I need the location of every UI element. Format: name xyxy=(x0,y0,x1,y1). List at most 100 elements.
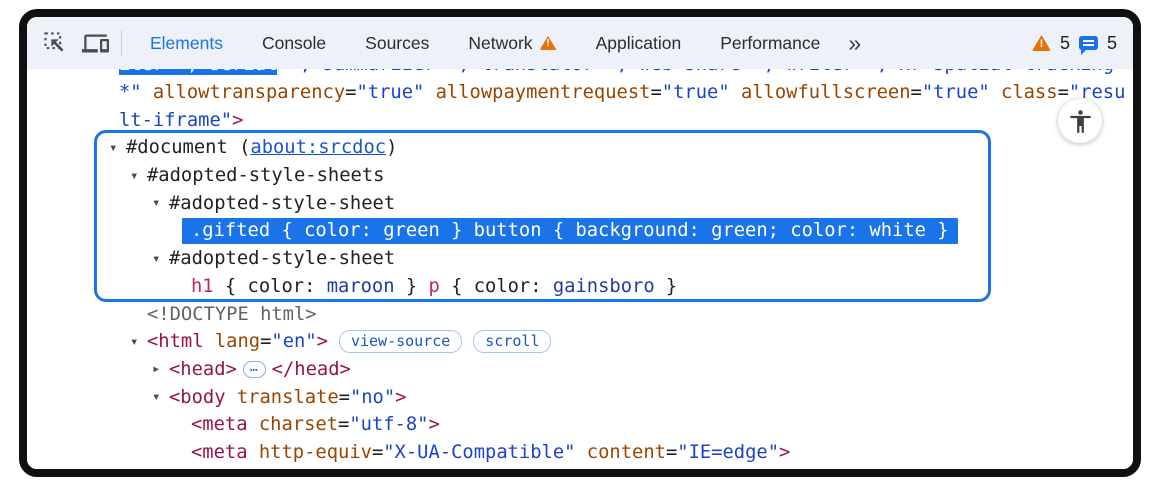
device-toolbar-button[interactable] xyxy=(75,25,115,61)
tab-application[interactable]: Application xyxy=(596,33,682,54)
code-segment: "IE=edge" xyxy=(677,442,779,463)
tab-label: Console xyxy=(262,33,326,54)
code-segment: } xyxy=(655,276,678,297)
toolbar-divider xyxy=(121,30,122,56)
code-segment: translate xyxy=(237,387,339,408)
warning-icon[interactable] xyxy=(1032,35,1051,51)
dom-tree-row[interactable]: ▾<html lang="en">view-sourcescroll xyxy=(27,328,1133,356)
code-segment: = xyxy=(339,387,350,408)
code-segment: <meta xyxy=(191,414,248,435)
code-segment: = xyxy=(1058,82,1069,103)
tab-sources[interactable]: Sources xyxy=(365,33,429,54)
code-segment: "utf-8" xyxy=(349,414,428,435)
devtools-window: iter *; serial *; summarizer *; translat… xyxy=(19,9,1141,477)
code-segment: { color: xyxy=(214,276,327,297)
code-segment: allowpaymentrequest xyxy=(436,82,651,103)
code-segment: #adopted-style-sheet xyxy=(169,248,395,269)
code-segment: allowfullscreen xyxy=(741,82,911,103)
code-segment: } xyxy=(395,276,429,297)
code-segment: class xyxy=(1001,82,1058,103)
dom-tree-row[interactable]: <meta http-equiv="X-UA-Compatible" conte… xyxy=(27,439,1133,467)
code-segment: <html xyxy=(147,331,204,352)
code-segment: > xyxy=(779,442,790,463)
collapse-arrow-icon[interactable]: ▾ xyxy=(109,140,126,156)
code-segment: <meta xyxy=(191,442,248,463)
dom-tree-row[interactable]: ▾#adopted-style-sheets xyxy=(27,162,1133,190)
code-segment: *" xyxy=(119,82,153,103)
inspect-element-button[interactable] xyxy=(35,25,75,61)
code-segment: content xyxy=(587,442,666,463)
badge-scroll[interactable]: scroll xyxy=(473,330,551,353)
warning-count[interactable]: 5 xyxy=(1060,33,1070,54)
dom-tree-row[interactable]: <!DOCTYPE html> xyxy=(27,300,1133,328)
code-segment: = xyxy=(911,82,922,103)
dom-tree-row[interactable]: ▾#adopted-style-sheet xyxy=(27,189,1133,217)
code-segment: = xyxy=(338,414,349,435)
code-segment: "true" xyxy=(662,82,730,103)
collapse-arrow-icon[interactable]: ▾ xyxy=(152,251,169,267)
collapse-arrow-icon[interactable]: ▾ xyxy=(152,389,169,405)
tab-label: Elements xyxy=(150,33,223,54)
tab-performance[interactable]: Performance xyxy=(720,33,820,54)
accessibility-overlay-button[interactable] xyxy=(1058,99,1102,143)
dom-tree-row[interactable]: ▸<head>…</head> xyxy=(27,356,1133,384)
collapse-arrow-icon[interactable]: ▾ xyxy=(152,195,169,211)
document-url-link[interactable]: about:srcdoc xyxy=(250,137,386,158)
accessibility-icon xyxy=(1067,108,1094,135)
dom-tree: iter *; serial *; summarizer *; translat… xyxy=(27,51,1133,466)
code-segment: .gifted { color: green } button { backgr… xyxy=(191,220,949,241)
code-segment: { color: xyxy=(440,276,553,297)
tab-label: Performance xyxy=(720,33,820,54)
elements-panel: iter *; serial *; summarizer *; translat… xyxy=(27,17,1133,469)
code-segment: http-equiv xyxy=(259,442,372,463)
code-segment: <body xyxy=(169,387,226,408)
dom-tree-row[interactable]: h1 { color: maroon } p { color: gainsbor… xyxy=(27,273,1133,301)
tab-warning-icon xyxy=(540,36,557,50)
code-segment xyxy=(248,414,259,435)
code-segment: = xyxy=(260,331,271,352)
dom-tree-row[interactable]: lt-iframe"> xyxy=(27,106,1133,134)
code-segment xyxy=(248,442,259,463)
code-segment: > xyxy=(428,414,439,435)
dom-tree-row[interactable]: ▾<body translate="no"> xyxy=(27,383,1133,411)
tab-label: Sources xyxy=(365,33,429,54)
dom-tree-row[interactable]: ▾#adopted-style-sheet xyxy=(27,245,1133,273)
code-segment: = xyxy=(666,442,677,463)
code-segment: <head> xyxy=(169,359,237,380)
code-segment: charset xyxy=(259,414,338,435)
collapsed-children-badge[interactable]: … xyxy=(243,361,266,379)
code-segment: = xyxy=(372,442,383,463)
tab-console[interactable]: Console xyxy=(262,33,326,54)
code-segment: "true" xyxy=(356,82,424,103)
code-segment: ( xyxy=(228,137,251,158)
issue-counters: 5 5 xyxy=(1032,33,1117,54)
code-segment: p xyxy=(428,276,439,297)
code-segment: #document xyxy=(126,137,228,158)
code-segment: #adopted-style-sheets xyxy=(147,165,384,186)
expand-arrow-icon[interactable]: ▸ xyxy=(152,361,169,377)
code-segment xyxy=(226,387,237,408)
dom-tree-row[interactable]: ▾#document (about:srcdoc) xyxy=(27,134,1133,162)
code-segment: "true" xyxy=(922,82,990,103)
code-segment xyxy=(990,82,1001,103)
devtools-toolbar: Elements Console Sources Network Application… xyxy=(27,17,1133,69)
messages-icon[interactable] xyxy=(1079,36,1098,50)
code-segment: maroon xyxy=(327,276,395,297)
dom-tree-row[interactable]: <meta charset="utf-8"> xyxy=(27,411,1133,439)
code-segment xyxy=(204,331,215,352)
code-segment: > xyxy=(317,331,328,352)
code-segment: #adopted-style-sheet xyxy=(169,193,395,214)
badge-view-source[interactable]: view-source xyxy=(339,330,462,353)
message-count[interactable]: 5 xyxy=(1107,33,1117,54)
more-tabs-button[interactable]: » xyxy=(846,32,863,55)
code-segment: ) xyxy=(386,137,397,158)
code-segment: <!DOCTYPE html> xyxy=(147,304,317,325)
dom-tree-row-selected[interactable]: .gifted { color: green } button { backgr… xyxy=(27,217,1133,245)
dom-tree-row[interactable]: *" allowtransparency="true" allowpayment… xyxy=(27,79,1133,107)
code-segment xyxy=(730,82,741,103)
tab-elements[interactable]: Elements xyxy=(150,33,223,54)
tab-network[interactable]: Network xyxy=(468,33,556,54)
tab-label: Network xyxy=(468,33,532,54)
collapse-arrow-icon[interactable]: ▾ xyxy=(130,334,147,350)
collapse-arrow-icon[interactable]: ▾ xyxy=(130,168,147,184)
